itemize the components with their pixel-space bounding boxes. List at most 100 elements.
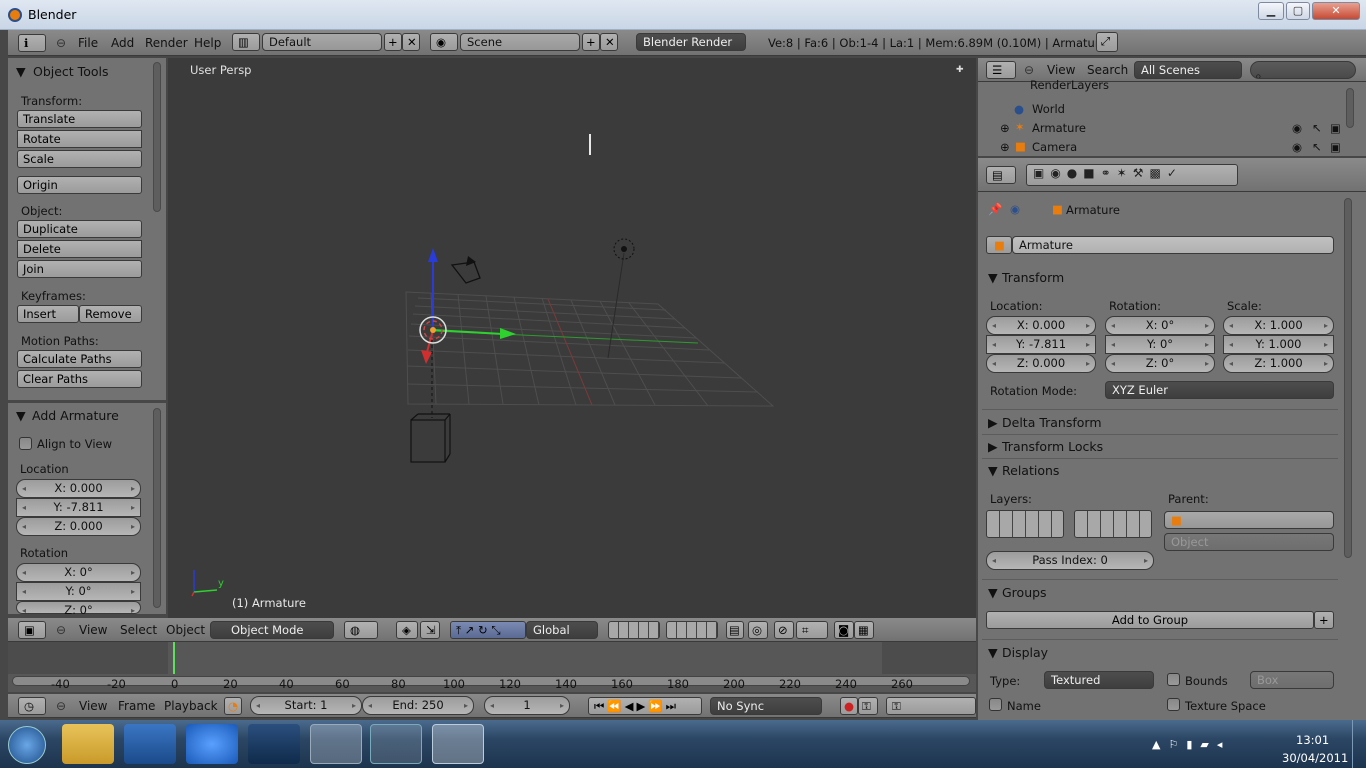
timeline[interactable] [8,642,976,692]
scale-y[interactable]: Y: 1.000 [1223,335,1334,354]
transform-collapse-icon[interactable]: ▼ [988,270,998,285]
scale-x[interactable]: X: 1.000 [1223,316,1334,335]
properties-scrollbar[interactable] [1344,198,1352,558]
editor-type-info-icon[interactable]: ℹ [18,34,46,52]
add-group-plus-icon[interactable]: + [1314,611,1334,629]
show-desktop-button[interactable] [1352,720,1366,768]
current-frame-field[interactable]: 1 [484,696,570,715]
timeline-menu-playback[interactable]: Playback [164,699,218,713]
outliner-item-world[interactable]: World [1032,102,1065,116]
scene-field[interactable]: Scene [460,33,580,51]
parent-type-dropdown[interactable]: Object [1164,533,1334,551]
menu-select[interactable]: Select [120,623,157,637]
lock-layers-icon[interactable]: ▤ [726,621,744,639]
outliner-menu-search[interactable]: Search [1087,63,1128,77]
duplicate-button[interactable]: Duplicate [17,220,142,238]
display-collapse-icon[interactable]: ▼ [988,645,998,660]
add-to-group-button[interactable]: Add to Group [986,611,1314,629]
proportional-edit-icon[interactable]: ◎ [748,621,768,639]
sync-dropdown[interactable]: No Sync [710,697,822,715]
op-rotation-y[interactable]: Y: 0° [16,582,141,601]
delta-transform-expand-icon[interactable]: ▶ [988,415,998,430]
visibility-eye-icon[interactable]: ◉ [1292,140,1302,154]
delete-button[interactable]: Delete [17,240,142,258]
properties-context-tabs[interactable]: ▣◉●■⚭✶⚒▩✓ [1026,164,1238,186]
camera-object[interactable] [450,261,481,284]
preview-range-icon[interactable]: ◔ [224,697,242,715]
editor-type-outliner-icon[interactable]: ☰ [986,61,1016,79]
rotate-button[interactable]: Rotate [17,130,142,148]
pass-index-field[interactable]: Pass Index: 0 [986,551,1154,570]
viewport-shading-icon[interactable]: ◍ [344,621,378,639]
remove-screen-icon[interactable]: ✕ [402,33,420,51]
clear-paths-button[interactable]: Clear Paths [17,370,142,388]
editor-type-3dview-icon[interactable]: ▣ [18,621,46,639]
origin-button[interactable]: Origin [17,176,142,194]
scale-z[interactable]: Z: 1.000 [1223,354,1334,373]
outliner-item-camera[interactable]: Camera [1032,140,1077,154]
mode-dropdown[interactable]: Object Mode [210,621,334,639]
location-y[interactable]: Y: -7.811 [986,335,1096,354]
dell-taskbar-icon[interactable] [186,724,238,764]
object-name-input[interactable]: Armature [1012,236,1334,254]
relations-collapse-icon[interactable]: ▼ [988,463,998,478]
display-type-dropdown[interactable]: Textured [1044,671,1154,689]
outliner-item-armature[interactable]: Armature [1032,121,1086,135]
scene-icon[interactable]: ◉ [430,33,458,51]
op-rotation-x[interactable]: X: 0° [16,563,141,582]
outliner-scrollbar[interactable] [1346,88,1354,128]
menu-view[interactable]: View [79,623,107,637]
collapse-icon[interactable]: ⊖ [56,36,66,50]
insert-keyframe-button[interactable]: Insert [17,305,79,323]
renderability-camera-icon[interactable]: ▣ [1330,121,1341,135]
playback-controls[interactable]: ⏮⏪◀▶⏩⏭ [588,697,702,715]
parent-field[interactable]: ■ [1164,511,1334,529]
region-divider[interactable] [8,400,166,403]
join-button[interactable]: Join [17,260,142,278]
op-location-z[interactable]: Z: 0.000 [16,517,141,536]
blender-taskbar-icon[interactable] [432,724,484,764]
menu-object[interactable]: Object [166,623,205,637]
menu-help[interactable]: Help [194,36,221,50]
clock-time[interactable]: 13:01 [1296,733,1329,747]
internet-explorer-taskbar-icon[interactable] [370,724,422,764]
manipulator-modes-icon[interactable]: ⤒ ↗ ↻ ⤡ [450,621,526,639]
op-location-x[interactable]: X: 0.000 [16,479,141,498]
render-animation-icon[interactable]: ▦ [854,621,874,639]
name-checkbox[interactable] [989,698,1002,711]
layers-grid-1[interactable] [608,621,660,639]
close-button[interactable]: ✕ [1312,2,1360,20]
outliner-item-renderlayers[interactable]: RenderLayers [1030,78,1109,92]
clock-date[interactable]: 30/04/2011 [1282,751,1348,765]
add-screen-icon[interactable]: + [384,33,402,51]
3d-viewport[interactable]: User Persp ✚ y (1) Armature [168,58,976,618]
menu-file[interactable]: File [78,36,98,50]
screen-layout-icon[interactable]: ▥ [232,33,260,51]
keying-set-field[interactable]: ⚿ [886,697,976,715]
collapse-icon[interactable]: ⊖ [56,699,66,713]
fullscreen-icon[interactable]: ⤢ [1096,32,1118,52]
orientation-dropdown[interactable]: Global [526,621,598,639]
minimize-button[interactable]: ▁ [1258,2,1284,20]
translate-button[interactable]: Translate [17,110,142,128]
pin-icon[interactable]: 📌 [988,202,1002,216]
start-frame-field[interactable]: Start: 1 [250,696,362,715]
photoshop-taskbar-icon[interactable] [248,724,300,764]
current-frame-indicator[interactable] [173,642,175,674]
tool-shelf-scrollbar[interactable] [153,62,161,212]
y-arrow-icon[interactable] [500,328,516,339]
editor-type-timeline-icon[interactable]: ◷ [18,697,46,715]
y-manipulator[interactable] [432,329,504,335]
layers-grid-2[interactable] [666,621,718,639]
panel-collapse-icon[interactable]: ▼ [16,64,26,79]
outliner-search-input[interactable]: ⌕ [1250,61,1356,79]
rotation-mode-dropdown[interactable]: XYZ Euler [1105,381,1334,399]
rotation-x[interactable]: X: 0° [1105,316,1215,335]
collapse-icon[interactable]: ⊖ [1024,63,1034,77]
cube-object[interactable] [410,413,451,463]
rotation-y[interactable]: Y: 0° [1105,335,1215,354]
timeline-scrollbar[interactable] [12,676,970,686]
transform-locks-panel[interactable]: Transform Locks [1002,439,1103,454]
x-arrow-icon[interactable] [421,350,432,364]
transform-locks-expand-icon[interactable]: ▶ [988,439,998,454]
